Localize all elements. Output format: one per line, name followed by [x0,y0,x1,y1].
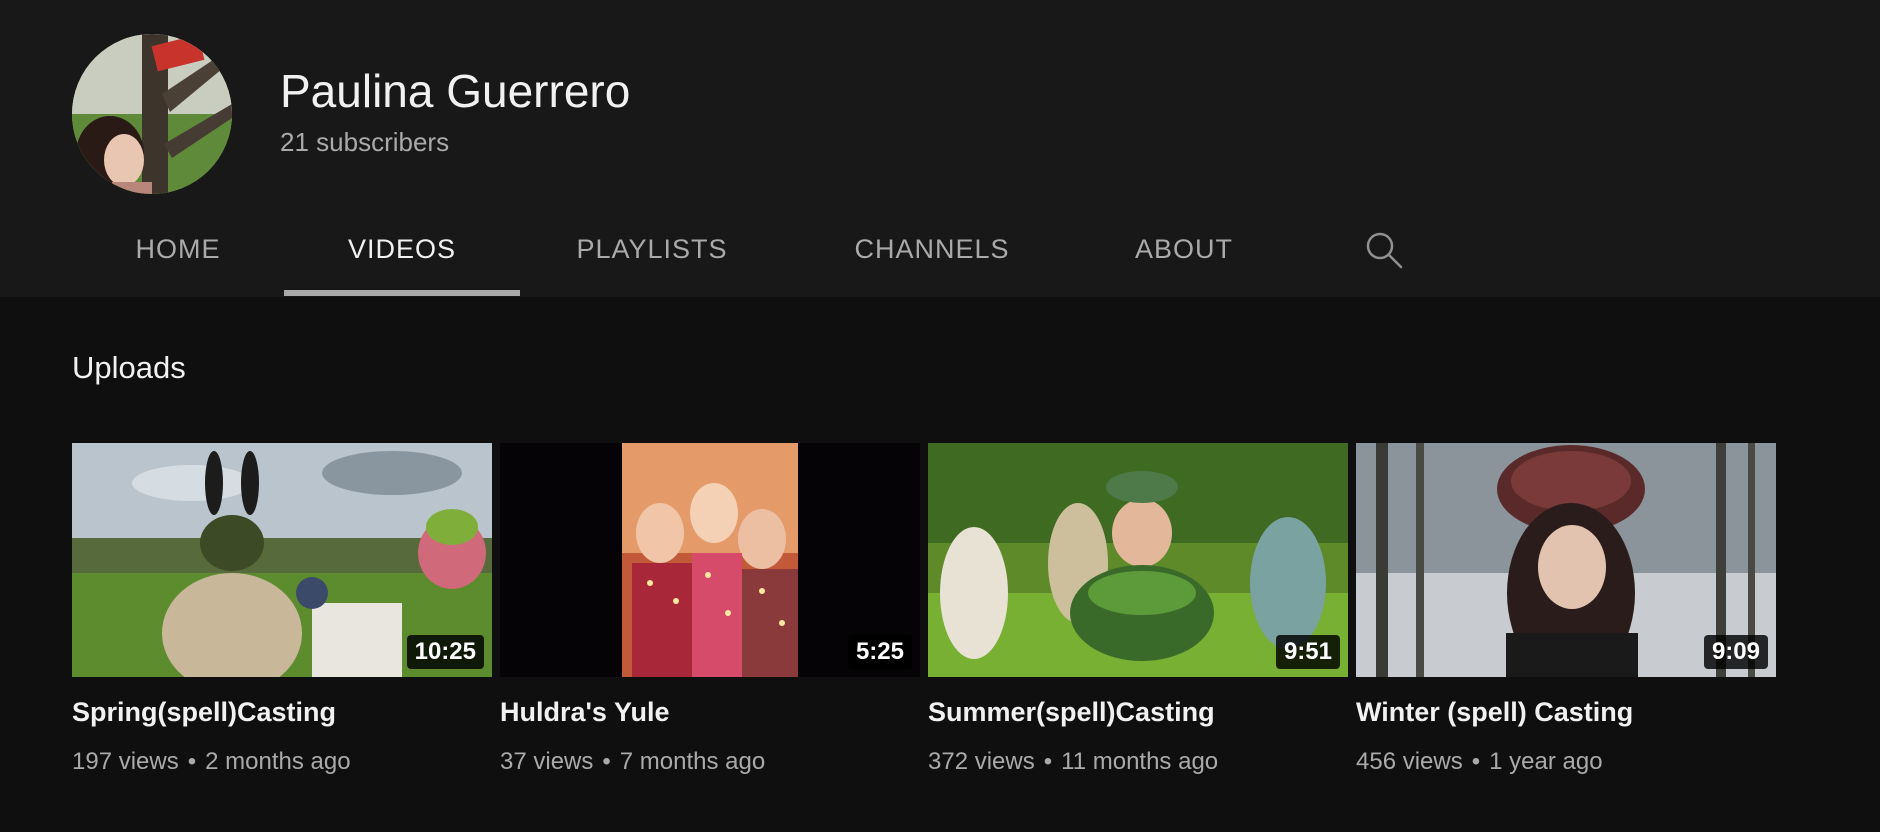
video-duration: 10:25 [406,635,484,669]
channel-avatar[interactable] [72,34,232,194]
video-duration: 9:51 [1275,635,1340,669]
meta-separator: • [1043,748,1053,775]
view-count: 197 views [72,748,179,775]
video-card[interactable]: 9:09 Winter (spell) Casting 456 views • 1 … [1356,443,1776,776]
upload-age: 1 year ago [1489,748,1603,775]
tab-home[interactable]: HOME [130,215,226,297]
view-count: 456 views [1356,748,1463,775]
video-card[interactable]: 9:51 Summer(spell)Casting 372 views • 11 m… [928,443,1348,776]
search-icon [1366,232,1403,269]
tab-videos[interactable]: VIDEOS [340,215,464,297]
video-meta: 456 views • 1 year ago [1356,748,1776,776]
subscriber-count: 21 subscribers [280,127,450,157]
view-count: 37 views [500,748,594,775]
channel-tabs: HOME VIDEOS PLAYLISTS CHANNELS ABOUT [0,215,1880,297]
video-title[interactable]: Spring(spell)Casting [72,697,492,728]
video-title[interactable]: Huldra's Yule [500,697,920,728]
video-duration: 5:25 [847,635,912,669]
active-tab-indicator [284,290,520,296]
video-thumbnail[interactable]: 5:25 [500,443,920,677]
view-count: 372 views [928,748,1035,775]
meta-separator: • [187,748,197,775]
video-duration: 9:09 [1703,635,1768,669]
video-thumbnail[interactable]: 9:51 [928,443,1348,677]
section-title: Uploads [72,350,186,385]
video-card[interactable]: 10:25 Spring(spell)Casting 197 views • 2 m… [72,443,492,776]
meta-separator: • [602,748,611,775]
meta-separator: • [1471,748,1481,775]
channel-name: Paulina Guerrero [280,65,631,117]
video-meta: 37 views • 7 months ago [500,748,920,776]
video-title[interactable]: Summer(spell)Casting [928,697,1348,728]
tab-playlists[interactable]: PLAYLISTS [574,215,730,297]
video-title[interactable]: Winter (spell) Casting [1356,697,1776,728]
upload-age: 7 months ago [619,748,766,775]
video-card[interactable]: 5:25 Huldra's Yule 37 views • 7 months ago [500,443,920,776]
tab-channels[interactable]: CHANNELS [850,215,1014,297]
upload-age: 11 months ago [1061,748,1219,775]
video-thumbnail[interactable]: 9:09 [1356,443,1776,677]
video-thumbnail[interactable]: 10:25 [72,443,492,677]
channel-search-button[interactable] [1362,228,1406,272]
video-meta: 372 views • 11 months ago [928,748,1348,776]
tab-about[interactable]: ABOUT [1132,215,1236,297]
channel-header: Paulina Guerrero 21 subscribers HOME VID… [0,0,1880,297]
video-meta: 197 views • 2 months ago [72,748,492,776]
upload-age: 2 months ago [205,748,351,775]
